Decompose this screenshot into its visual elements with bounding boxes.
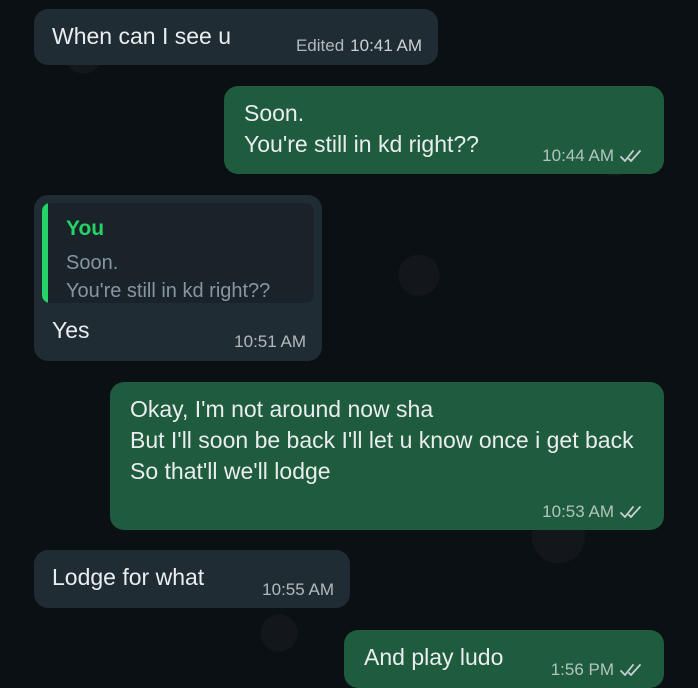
message-text: Lodge for what bbox=[52, 564, 205, 590]
message-bubble-incoming-reply[interactable]: You Soon. You're still in kd right?? Yes… bbox=[34, 195, 322, 361]
message-text: Okay, I'm not around now sha But I'll so… bbox=[130, 396, 634, 484]
message-time: 10:41 AM bbox=[350, 36, 422, 55]
chat-area[interactable]: When can I see u Edited 10:41 AM Soon. Y… bbox=[0, 0, 698, 688]
message-bubble-outgoing[interactable]: Okay, I'm not around now sha But I'll so… bbox=[110, 382, 664, 530]
double-check-icon bbox=[620, 150, 641, 162]
quoted-message[interactable]: You Soon. You're still in kd right?? bbox=[42, 203, 314, 303]
message-time: 10:55 AM bbox=[262, 580, 334, 599]
double-check-icon bbox=[620, 664, 641, 676]
message-meta: 10:44 AM bbox=[542, 146, 646, 166]
message-time: 1:56 PM bbox=[550, 660, 614, 679]
quote-author: You bbox=[66, 217, 105, 240]
message-bubble-outgoing[interactable]: Soon. You're still in kd right?? 10:44 A… bbox=[224, 86, 664, 174]
message-bubble-outgoing[interactable]: And play ludo 1:56 PM bbox=[344, 630, 664, 688]
quote-accent-bar bbox=[42, 203, 48, 303]
message-time: 10:51 AM bbox=[234, 332, 306, 351]
message-meta: 10:51 AM bbox=[234, 332, 306, 352]
message-text: And play ludo bbox=[364, 644, 504, 670]
message-bubble-incoming[interactable]: Lodge for what 10:55 AM bbox=[34, 550, 350, 608]
message-time: 10:53 AM bbox=[542, 502, 614, 521]
message-meta: 10:53 AM bbox=[542, 502, 646, 522]
message-bubble-incoming[interactable]: When can I see u Edited 10:41 AM bbox=[34, 9, 438, 65]
message-time: 10:44 AM bbox=[542, 146, 614, 165]
message-meta: Edited 10:41 AM bbox=[296, 36, 422, 56]
message-text: Yes bbox=[52, 317, 90, 343]
quote-text: Soon. You're still in kd right?? bbox=[66, 252, 271, 302]
message-text: When can I see u bbox=[52, 23, 231, 49]
message-text: Soon. You're still in kd right?? bbox=[244, 100, 479, 157]
message-meta: 1:56 PM bbox=[551, 660, 646, 680]
message-meta: 10:55 AM bbox=[262, 580, 334, 600]
double-check-icon bbox=[620, 506, 641, 518]
edited-label: Edited bbox=[295, 36, 345, 55]
